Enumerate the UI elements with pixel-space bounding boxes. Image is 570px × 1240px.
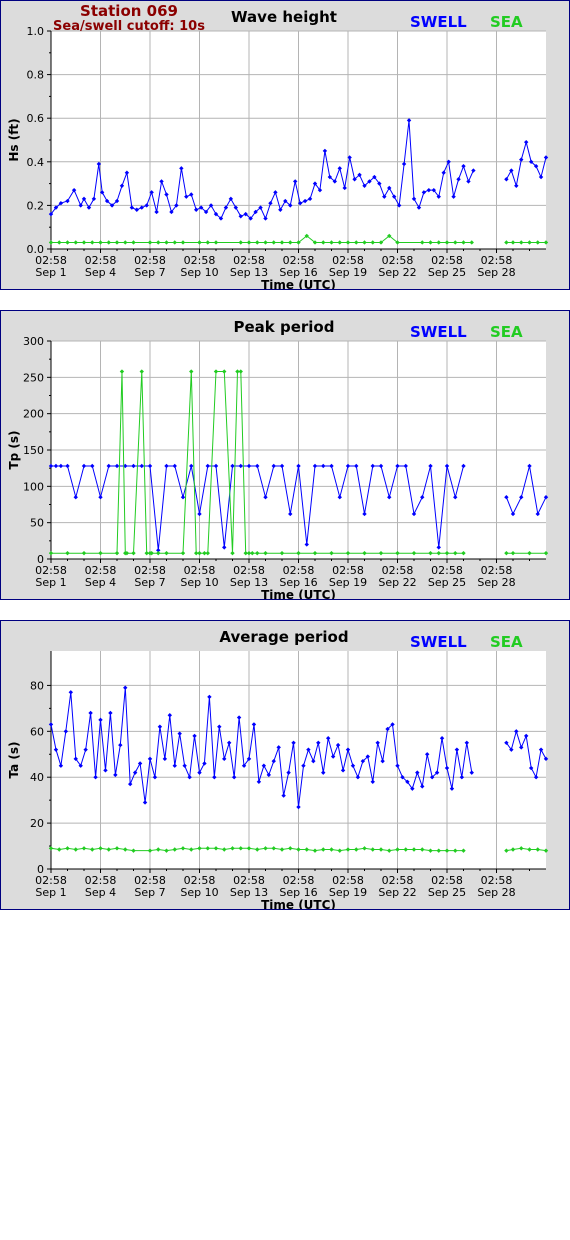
x-tick-date: Sep 1 [35, 886, 66, 899]
y-tick-label: 300 [23, 335, 44, 348]
average-period-panel: 0 20 40 60 80 02:58 Sep 1 02:58 Sep 4 02:58 Sep 70… [0, 620, 570, 910]
y-axis-label: Tp (s) [7, 430, 21, 469]
y-tick-label: 150 [23, 444, 44, 457]
y-tick-label: 50 [30, 517, 44, 530]
y-tick-label: 60 [30, 725, 44, 738]
x-axis-label: Time (UTC) [261, 898, 336, 909]
x-tick-date: Sep 25 [428, 886, 466, 899]
x-tick-date: Sep 10 [180, 576, 218, 589]
x-tick-date: Sep 25 [428, 576, 466, 589]
y-tick-label: 0.2 [27, 199, 45, 212]
legend-swell: SWELL [410, 13, 467, 31]
wave-height-chart: 0.00.20.40.60.81.002:58Sep 102:58Sep 402… [7, 2, 549, 289]
x-tick-date: Sep 4 [85, 886, 116, 899]
x-tick-date: Sep 4 [85, 266, 116, 279]
legend-sea: SEA [490, 13, 523, 31]
wave-height-panel: 0.0 0.2 0.4 0.6 0.8 1.0 02:58 Sep 1 02:58 Sep 4 02… [0, 0, 570, 290]
legend-sea: SEA [490, 323, 523, 341]
chart-title: Average period [219, 628, 348, 646]
legend-sea: SEA [490, 633, 523, 651]
x-tick-date: Sep 7 [134, 886, 165, 899]
y-tick-label: 20 [30, 817, 44, 830]
station-cutoff: Sea/swell cutoff: 10s [53, 19, 205, 34]
y-tick-label: 250 [23, 371, 44, 384]
x-tick-date: Sep 7 [134, 576, 165, 589]
y-axis-label: Ta (s) [7, 741, 21, 778]
x-tick-date: Sep 1 [35, 266, 66, 279]
peak-period-panel: 0 50 100 150 200 250 300 02:58 Sep 1 02:58 Sep 4 02… [0, 310, 570, 600]
x-tick-date: Sep 4 [85, 576, 116, 589]
x-tick-date: Sep 22 [378, 576, 416, 589]
x-tick-date: Sep 7 [134, 266, 165, 279]
x-tick-date: Sep 10 [180, 266, 218, 279]
x-tick-date: Sep 28 [477, 886, 515, 899]
legend-swell: SWELL [410, 323, 467, 341]
y-tick-label: 0.4 [27, 156, 45, 169]
y-tick-label: 80 [30, 679, 44, 692]
y-tick-label: 0.8 [27, 69, 45, 82]
y-axis-label: Hs (ft) [7, 118, 21, 161]
x-axis-label: Time (UTC) [261, 588, 336, 599]
x-tick-date: Sep 22 [378, 886, 416, 899]
y-tick-label: 100 [23, 480, 44, 493]
average-period-chart: 02040608002:58Sep 102:58Sep 402:58Sep 70… [7, 628, 549, 909]
x-tick-date: Sep 10 [180, 886, 218, 899]
x-tick-date: Sep 25 [428, 266, 466, 279]
peak-period-chart: 05010015020025030002:58Sep 102:58Sep 402… [7, 318, 549, 599]
x-tick-date: Sep 28 [477, 576, 515, 589]
y-tick-label: 40 [30, 771, 44, 784]
chart-title: Peak period [234, 318, 335, 336]
x-axis-label: Time (UTC) [261, 278, 336, 289]
x-tick-date: Sep 28 [477, 266, 515, 279]
legend-swell: SWELL [410, 633, 467, 651]
y-tick-label: 1.0 [27, 25, 45, 38]
x-tick-date: Sep 1 [35, 576, 66, 589]
x-tick-date: Sep 22 [378, 266, 416, 279]
station-title: Station 069 [80, 2, 178, 20]
y-tick-label: 200 [23, 408, 44, 421]
y-tick-label: 0.6 [27, 112, 45, 125]
chart-title: Wave height [231, 8, 337, 26]
